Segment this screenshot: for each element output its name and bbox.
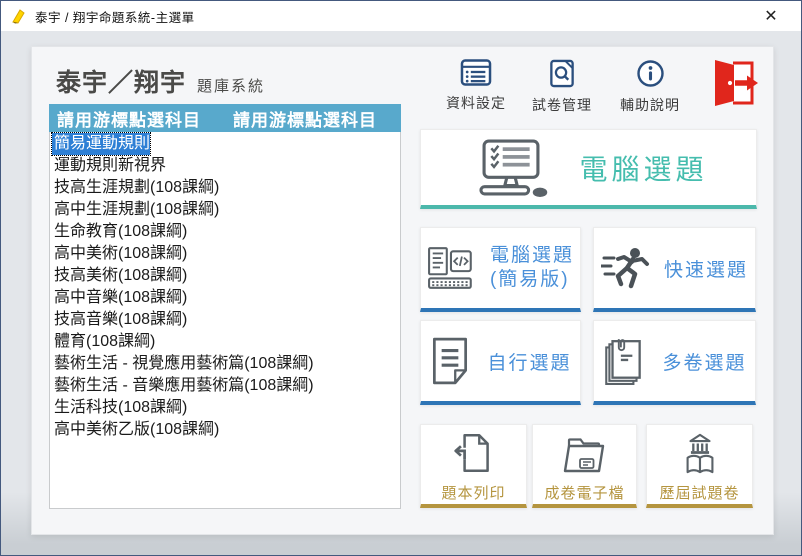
document-icon xyxy=(429,337,471,385)
help-icon xyxy=(636,59,665,88)
subject-item[interactable]: 技高生涯規劃(108課綱) xyxy=(52,177,219,199)
subject-item[interactable]: 高中生涯規劃(108課綱) xyxy=(52,199,219,221)
computer-select-button[interactable]: 電腦選題 xyxy=(420,129,757,209)
window-title: 泰宇 / 翔宇命題系統-主選單 xyxy=(35,7,195,26)
subject-list-header: 請用游標點選科目 請用游標點選科目 xyxy=(49,104,401,132)
archive-bank-book-icon xyxy=(677,432,723,474)
toolbar-label: 試卷管理 xyxy=(532,95,592,115)
subject-item[interactable]: 技高音樂(108課綱) xyxy=(52,309,187,331)
logo-subtitle: 題庫系統 xyxy=(197,75,265,96)
exam-efile-label: 成卷電子檔 xyxy=(544,482,624,503)
toolbar-item-exam-management[interactable]: 試卷管理 xyxy=(525,59,599,115)
simple-version-icon xyxy=(427,246,477,290)
subject-list-header-left: 請用游標點選科目 xyxy=(57,106,201,131)
quick-select-button[interactable]: 快速選題 xyxy=(593,227,756,312)
toolbar-label: 資料設定 xyxy=(446,93,506,113)
subject-list: 簡易運動規則 運動規則新視界 技高生涯規劃(108課綱) 高中生涯規劃(108課… xyxy=(49,132,401,509)
quick-select-label: 快速選題 xyxy=(664,255,748,282)
multi-volume-label: 多卷選題 xyxy=(662,348,746,375)
computer-select-label: 電腦選題 xyxy=(579,148,707,188)
self-select-label: 自行選題 xyxy=(487,348,571,375)
subject-item[interactable]: 生活科技(108課綱) xyxy=(52,397,187,419)
subject-item[interactable]: 高中美術(108課綱) xyxy=(52,243,187,265)
computer-select-simple-label-line2: (簡易版) xyxy=(490,268,574,292)
exam-management-icon xyxy=(549,59,575,88)
subject-item[interactable]: 生命教育(108課綱) xyxy=(52,221,187,243)
computer-monitor-icon xyxy=(469,139,553,197)
title-bar: 泰宇 / 翔宇命題系統-主選單 ✕ xyxy=(1,1,801,31)
data-settings-icon xyxy=(460,59,492,86)
app-icon xyxy=(10,8,27,25)
subject-item[interactable]: 技高美術(108課綱) xyxy=(52,265,187,287)
subject-item[interactable]: 高中音樂(108課綱) xyxy=(52,287,187,309)
past-exams-label: 歷屆試題卷 xyxy=(659,482,739,503)
close-button[interactable]: ✕ xyxy=(757,4,785,28)
exit-button[interactable] xyxy=(704,57,764,109)
multi-volume-button[interactable]: 多卷選題 xyxy=(593,320,756,405)
subject-item[interactable]: 高中美術乙版(108課綱) xyxy=(52,419,219,441)
subject-list-header-right: 請用游標點選科目 xyxy=(233,106,377,131)
toolbar-label: 輔助說明 xyxy=(620,95,680,115)
main-window: 泰宇 / 翔宇命題系統-主選單 ✕ 泰宇／翔宇 題庫系統 請用游標點選科目 請用… xyxy=(0,0,802,556)
logo: 泰宇／翔宇 題庫系統 xyxy=(56,63,265,99)
computer-select-simple-label-line1: 電腦選題 xyxy=(490,244,574,268)
exam-efile-button[interactable]: 成卷電子檔 xyxy=(532,424,637,508)
self-select-button[interactable]: 自行選題 xyxy=(420,320,581,405)
computer-select-simple-label: 電腦選題 (簡易版) xyxy=(490,244,574,292)
folder-file-icon xyxy=(561,432,609,474)
stacked-papers-icon xyxy=(602,337,646,385)
toolbar-item-help[interactable]: 輔助說明 xyxy=(613,59,687,115)
logo-title: 泰宇／翔宇 xyxy=(56,63,186,99)
past-exams-button[interactable]: 歷屆試題卷 xyxy=(646,424,753,508)
print-booklet-label: 題本列印 xyxy=(441,482,505,503)
toolbar-item-data-settings[interactable]: 資料設定 xyxy=(439,59,513,113)
subject-item-selected[interactable]: 簡易運動規則 xyxy=(52,133,150,155)
subject-item[interactable]: 藝術生活 - 視覺應用藝術篇(108課綱) xyxy=(52,353,314,375)
subject-item[interactable]: 體育(108課綱) xyxy=(52,331,155,353)
print-booklet-button[interactable]: 題本列印 xyxy=(420,424,527,508)
subject-item[interactable]: 運動規則新視界 xyxy=(52,155,166,177)
runner-icon xyxy=(601,245,651,291)
exit-door-icon xyxy=(706,59,762,107)
print-page-icon xyxy=(451,432,497,474)
computer-select-simple-button[interactable]: 電腦選題 (簡易版) xyxy=(420,227,581,312)
subject-item[interactable]: 藝術生活 - 音樂應用藝術篇(108課綱) xyxy=(52,375,314,397)
